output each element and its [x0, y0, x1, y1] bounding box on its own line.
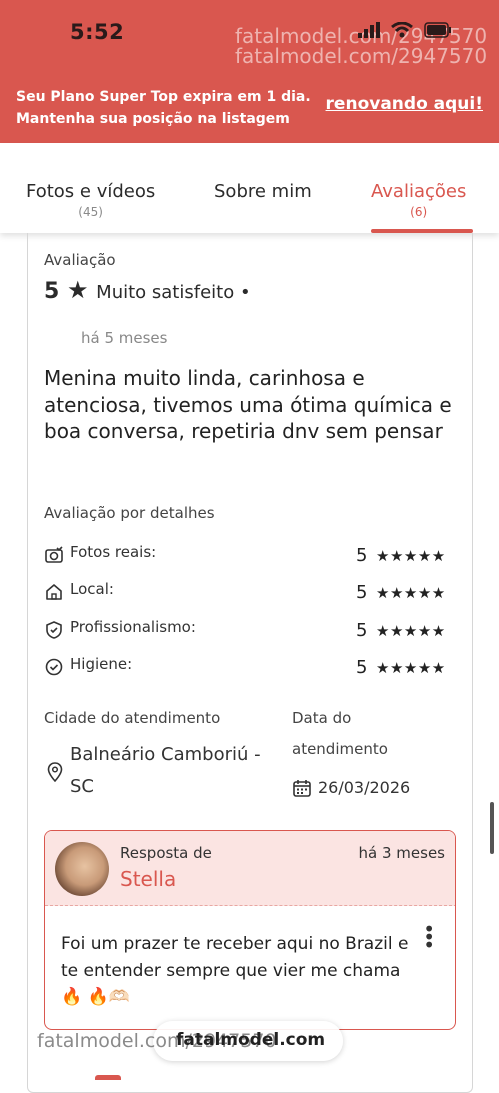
check-circle-icon [44, 657, 64, 677]
date-label-line1: Data do [292, 709, 352, 727]
detail-label: Local: [70, 580, 114, 598]
battery-icon [424, 22, 452, 38]
review-rating: 5 ★ Muito satisfeito • [44, 276, 251, 304]
detail-label: Profissionalismo: [70, 618, 196, 636]
response-box: Resposta de Stella há 3 meses Foi um pra… [44, 830, 456, 1030]
more-options-icon[interactable]: • • • [423, 919, 435, 955]
response-time: há 3 meses [358, 844, 445, 862]
renew-link[interactable]: renovando aqui! [326, 94, 483, 114]
status-time: 5:52 [70, 20, 125, 44]
tab-reviews[interactable]: Avaliações (6) [371, 181, 466, 219]
detail-stars: ★★★★★ [376, 584, 446, 602]
detail-row-hygiene: Higiene: 5 ★★★★★ [44, 655, 456, 679]
scrollbar[interactable] [490, 802, 494, 854]
tab-count: (45) [78, 205, 103, 219]
detail-row-professionalism: Profissionalismo: 5 ★★★★★ [44, 618, 456, 642]
detail-stars: ★★★★★ [376, 659, 446, 677]
detail-label: Higiene: [70, 655, 133, 673]
city-label: Cidade do atendimento [44, 709, 221, 727]
response-by-label: Resposta de [120, 844, 212, 862]
site-pill-label: fatalmodel.com [176, 1030, 326, 1050]
plan-expiry-message: Seu Plano Super Top expira em 1 dia. Man… [16, 86, 311, 130]
tab-label: Fotos e vídeos [26, 181, 156, 202]
plan-expiry-line2: Mantenha sua posição na listagem [16, 111, 290, 127]
city-value-line2: SC [70, 776, 94, 797]
tab-count: (6) [410, 205, 428, 219]
tab-photos-videos[interactable]: Fotos e vídeos (45) [26, 181, 155, 219]
review-text: Menina muito linda, carinhosa e atencios… [44, 366, 452, 443]
detail-stars: ★★★★★ [376, 622, 446, 640]
home-icon [44, 582, 64, 602]
signal-icon [358, 22, 380, 38]
avatar[interactable] [55, 842, 109, 896]
next-card-accent [95, 1075, 121, 1080]
date-label-line2: atendimento [292, 740, 388, 758]
calendar-icon [292, 778, 312, 802]
detail-row-photos: Fotos reais: 5 ★★★★★ [44, 543, 456, 567]
rating-verdict: Muito satisfeito • [96, 282, 251, 303]
review-time: há 5 meses [81, 329, 168, 347]
top-banner-area: 5:52 fatalmodel.com/2947570 fatalmodel.c… [0, 0, 499, 143]
tab-about-me[interactable]: Sobre mim [214, 181, 312, 202]
camera-check-icon [44, 545, 64, 565]
tab-label: Avaliações [371, 181, 467, 202]
detail-row-location: Local: 5 ★★★★★ [44, 580, 456, 604]
response-header: Resposta de Stella há 3 meses [45, 831, 455, 906]
detail-score: 5 [356, 545, 368, 566]
details-label: Avaliação por detalhes [44, 504, 215, 522]
star-icon: ★ [66, 276, 89, 304]
response-author-name[interactable]: Stella [120, 867, 176, 891]
detail-label: Fotos reais: [70, 543, 157, 561]
detail-stars: ★★★★★ [376, 547, 446, 565]
location-pin-icon [47, 762, 63, 786]
profile-tabs: Fotos e vídeos (45) Sobre mim Avaliações… [0, 143, 499, 233]
watermark-top-2: fatalmodel.com/2947570 [235, 44, 488, 68]
detail-score: 5 [356, 657, 368, 678]
plan-expiry-line1: Seu Plano Super Top expira em 1 dia. [16, 89, 311, 105]
review-section-label: Avaliação [44, 251, 116, 269]
tab-label: Sobre mim [214, 181, 312, 202]
wifi-icon [391, 21, 414, 38]
status-icons [358, 21, 452, 42]
shield-check-icon [44, 620, 64, 640]
detail-score: 5 [356, 582, 368, 603]
response-text: Foi um prazer te receber aqui no Brazil … [61, 934, 409, 1007]
detail-score: 5 [356, 620, 368, 641]
city-value-line1: Balneário Camboriú - [70, 744, 261, 765]
rating-score: 5 [44, 279, 60, 304]
date-value: 26/03/2026 [318, 778, 411, 797]
